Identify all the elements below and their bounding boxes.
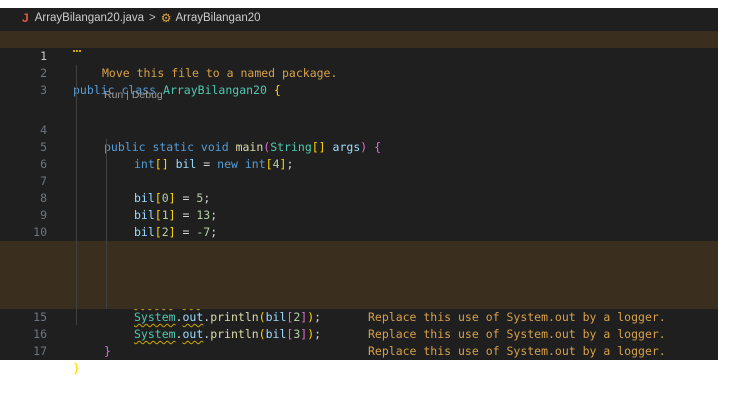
- code-line-4: 4 public static void main(String[] args)…: [0, 105, 718, 154]
- indent-guide: [106, 139, 107, 309]
- code-line-1: 1 Move this file to a named package.: [0, 31, 718, 80]
- codelens-debug[interactable]: Debug: [132, 89, 163, 101]
- codelens: Run | Debug: [104, 87, 163, 104]
- code-line-10: 10 bil[3] = 17;: [0, 207, 718, 256]
- code-text: }: [73, 361, 80, 375]
- code-line-7: 7 bil[0] = 5;: [0, 156, 718, 205]
- right-edge-strip: [718, 0, 733, 360]
- code-line-14: 14 System.out.println(bil[2]); Replace t…: [0, 275, 718, 341]
- code-line-8: 8 bil[1] = 13;: [0, 173, 718, 222]
- breadcrumb-separator: >: [149, 12, 156, 24]
- code-line-3: 3: [0, 65, 718, 97]
- code-line-5: 5 int[] bil = new int[4];: [0, 122, 718, 171]
- codelens-separator: |: [123, 89, 132, 101]
- line-number: 17: [33, 344, 47, 358]
- breadcrumb-class[interactable]: ArrayBilangan20: [176, 12, 261, 24]
- code-line-13: 13 System.out.println(bil[1]); Replace t…: [0, 258, 718, 324]
- code-line-16: 16 }: [0, 309, 718, 358]
- breadcrumb: J ArrayBilangan20.java > ⚙ ArrayBilangan…: [0, 8, 718, 28]
- code-line-2: 2 public class ArrayBilangan20 {: [0, 48, 718, 97]
- code-text: }: [104, 344, 111, 358]
- diagnostic-message: Replace this use of System.out by a logg…: [368, 344, 666, 358]
- class-icon: ⚙: [160, 11, 172, 25]
- codelens-run[interactable]: Run: [104, 89, 123, 101]
- code-editor[interactable]: J ArrayBilangan20.java > ⚙ ArrayBilangan…: [0, 8, 718, 375]
- top-crop-strip: [0, 0, 733, 8]
- code-line-15: 15 System.out.println(bil[3]); Replace t…: [0, 292, 718, 358]
- code-line-6: 6: [0, 139, 718, 171]
- code-line-9: 9 bil[2] = -7;: [0, 190, 718, 239]
- java-file-icon: J: [22, 11, 29, 25]
- line-number: 3: [40, 83, 47, 97]
- indent-guide: [76, 65, 77, 325]
- code-line-12: 12 System.out.println(bil[0]); Replace t…: [0, 241, 718, 307]
- code-line-17: 17 }: [0, 326, 718, 375]
- code-line-11: 11: [0, 224, 718, 256]
- breadcrumb-file[interactable]: ArrayBilangan20.java: [35, 12, 144, 24]
